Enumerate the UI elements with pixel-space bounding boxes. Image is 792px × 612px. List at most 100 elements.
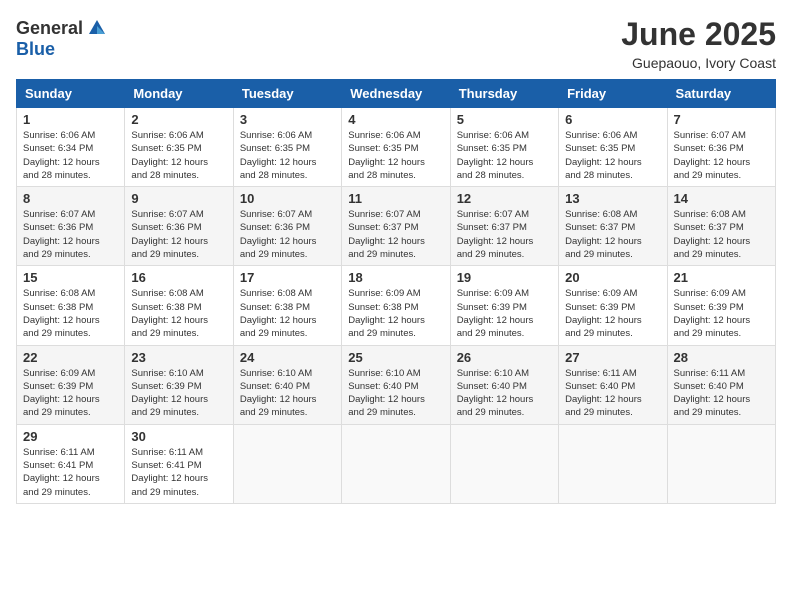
day-info: Sunrise: 6:07 AM Sunset: 6:36 PM Dayligh…	[240, 208, 335, 261]
calendar-day-cell: 22 Sunrise: 6:09 AM Sunset: 6:39 PM Dayli…	[17, 345, 125, 424]
logo: General Blue	[16, 16, 109, 58]
calendar-title: June 2025	[621, 16, 776, 53]
weekday-header-thursday: Thursday	[450, 80, 558, 108]
day-info: Sunrise: 6:09 AM Sunset: 6:39 PM Dayligh…	[23, 367, 118, 420]
calendar-week-row: 29 Sunrise: 6:11 AM Sunset: 6:41 PM Dayli…	[17, 424, 776, 503]
calendar-day-cell: 29 Sunrise: 6:11 AM Sunset: 6:41 PM Dayli…	[17, 424, 125, 503]
calendar-day-cell: 28 Sunrise: 6:11 AM Sunset: 6:40 PM Dayli…	[667, 345, 775, 424]
day-number: 19	[457, 270, 552, 285]
day-number: 22	[23, 350, 118, 365]
day-number: 7	[674, 112, 769, 127]
day-number: 20	[565, 270, 660, 285]
day-number: 23	[131, 350, 226, 365]
calendar-day-cell: 26 Sunrise: 6:10 AM Sunset: 6:40 PM Dayli…	[450, 345, 558, 424]
calendar-day-cell: 1 Sunrise: 6:06 AM Sunset: 6:34 PM Daylig…	[17, 108, 125, 187]
day-number: 29	[23, 429, 118, 444]
calendar-week-row: 22 Sunrise: 6:09 AM Sunset: 6:39 PM Dayli…	[17, 345, 776, 424]
day-info: Sunrise: 6:10 AM Sunset: 6:40 PM Dayligh…	[457, 367, 552, 420]
day-number: 5	[457, 112, 552, 127]
calendar-day-cell: 14 Sunrise: 6:08 AM Sunset: 6:37 PM Dayli…	[667, 187, 775, 266]
day-number: 8	[23, 191, 118, 206]
logo-general: General	[16, 19, 83, 37]
day-info: Sunrise: 6:08 AM Sunset: 6:37 PM Dayligh…	[674, 208, 769, 261]
calendar-day-cell: 7Sunrise: 6:07 AM Sunset: 6:36 PM Daylig…	[667, 108, 775, 187]
day-info: Sunrise: 6:06 AM Sunset: 6:35 PM Dayligh…	[565, 129, 660, 182]
calendar-empty-cell	[233, 424, 341, 503]
calendar-subtitle: Guepaouo, Ivory Coast	[621, 55, 776, 71]
calendar-header-row: SundayMondayTuesdayWednesdayThursdayFrid…	[17, 80, 776, 108]
calendar-day-cell: 27 Sunrise: 6:11 AM Sunset: 6:40 PM Dayli…	[559, 345, 667, 424]
weekday-header-friday: Friday	[559, 80, 667, 108]
day-info: Sunrise: 6:09 AM Sunset: 6:38 PM Dayligh…	[348, 287, 443, 340]
day-info: Sunrise: 6:08 AM Sunset: 6:37 PM Dayligh…	[565, 208, 660, 261]
day-number: 16	[131, 270, 226, 285]
calendar-day-cell: 17 Sunrise: 6:08 AM Sunset: 6:38 PM Dayli…	[233, 266, 341, 345]
day-number: 28	[674, 350, 769, 365]
day-number: 4	[348, 112, 443, 127]
calendar-table: SundayMondayTuesdayWednesdayThursdayFrid…	[16, 79, 776, 504]
day-number: 2	[131, 112, 226, 127]
day-info: Sunrise: 6:06 AM Sunset: 6:34 PM Dayligh…	[23, 129, 118, 182]
day-info: Sunrise: 6:07 AM Sunset: 6:37 PM Dayligh…	[348, 208, 443, 261]
day-info: Sunrise: 6:06 AM Sunset: 6:35 PM Dayligh…	[240, 129, 335, 182]
calendar-day-cell: 3 Sunrise: 6:06 AM Sunset: 6:35 PM Daylig…	[233, 108, 341, 187]
calendar-day-cell: 20 Sunrise: 6:09 AM Sunset: 6:39 PM Dayli…	[559, 266, 667, 345]
weekday-header-monday: Monday	[125, 80, 233, 108]
calendar-day-cell: 4 Sunrise: 6:06 AM Sunset: 6:35 PM Daylig…	[342, 108, 450, 187]
calendar-empty-cell	[559, 424, 667, 503]
day-info: Sunrise: 6:06 AM Sunset: 6:35 PM Dayligh…	[348, 129, 443, 182]
day-number: 24	[240, 350, 335, 365]
day-info: Sunrise: 6:08 AM Sunset: 6:38 PM Dayligh…	[23, 287, 118, 340]
day-number: 30	[131, 429, 226, 444]
calendar-week-row: 15 Sunrise: 6:08 AM Sunset: 6:38 PM Dayli…	[17, 266, 776, 345]
calendar-day-cell: 21 Sunrise: 6:09 AM Sunset: 6:39 PM Dayli…	[667, 266, 775, 345]
weekday-header-saturday: Saturday	[667, 80, 775, 108]
day-number: 14	[674, 191, 769, 206]
day-info: Sunrise: 6:10 AM Sunset: 6:39 PM Dayligh…	[131, 367, 226, 420]
title-area: June 2025 Guepaouo, Ivory Coast	[621, 16, 776, 71]
day-info: Sunrise: 6:11 AM Sunset: 6:41 PM Dayligh…	[23, 446, 118, 499]
calendar-empty-cell	[342, 424, 450, 503]
calendar-week-row: 1 Sunrise: 6:06 AM Sunset: 6:34 PM Daylig…	[17, 108, 776, 187]
day-number: 9	[131, 191, 226, 206]
day-info: Sunrise: 6:07 AM Sunset: 6:37 PM Dayligh…	[457, 208, 552, 261]
calendar-day-cell: 19Sunrise: 6:09 AM Sunset: 6:39 PM Dayli…	[450, 266, 558, 345]
day-number: 6	[565, 112, 660, 127]
calendar-day-cell: 16 Sunrise: 6:08 AM Sunset: 6:38 PM Dayli…	[125, 266, 233, 345]
calendar-day-cell: 25Sunrise: 6:10 AM Sunset: 6:40 PM Dayli…	[342, 345, 450, 424]
calendar-day-cell: 9Sunrise: 6:07 AM Sunset: 6:36 PM Daylig…	[125, 187, 233, 266]
day-info: Sunrise: 6:09 AM Sunset: 6:39 PM Dayligh…	[565, 287, 660, 340]
calendar-day-cell: 12 Sunrise: 6:07 AM Sunset: 6:37 PM Dayli…	[450, 187, 558, 266]
day-info: Sunrise: 6:11 AM Sunset: 6:40 PM Dayligh…	[565, 367, 660, 420]
day-info: Sunrise: 6:09 AM Sunset: 6:39 PM Dayligh…	[674, 287, 769, 340]
day-info: Sunrise: 6:07 AM Sunset: 6:36 PM Dayligh…	[23, 208, 118, 261]
day-number: 12	[457, 191, 552, 206]
logo-blue: Blue	[16, 40, 55, 58]
calendar-week-row: 8 Sunrise: 6:07 AM Sunset: 6:36 PM Daylig…	[17, 187, 776, 266]
day-number: 21	[674, 270, 769, 285]
day-info: Sunrise: 6:11 AM Sunset: 6:41 PM Dayligh…	[131, 446, 226, 499]
day-number: 13	[565, 191, 660, 206]
calendar-day-cell: 2Sunrise: 6:06 AM Sunset: 6:35 PM Daylig…	[125, 108, 233, 187]
day-number: 17	[240, 270, 335, 285]
calendar-day-cell: 30 Sunrise: 6:11 AM Sunset: 6:41 PM Dayli…	[125, 424, 233, 503]
calendar-day-cell: 10 Sunrise: 6:07 AM Sunset: 6:36 PM Dayli…	[233, 187, 341, 266]
day-info: Sunrise: 6:10 AM Sunset: 6:40 PM Dayligh…	[240, 367, 335, 420]
day-number: 1	[23, 112, 118, 127]
day-info: Sunrise: 6:11 AM Sunset: 6:40 PM Dayligh…	[674, 367, 769, 420]
calendar-day-cell: 23 Sunrise: 6:10 AM Sunset: 6:39 PM Dayli…	[125, 345, 233, 424]
day-number: 26	[457, 350, 552, 365]
day-number: 11	[348, 191, 443, 206]
day-number: 10	[240, 191, 335, 206]
day-number: 27	[565, 350, 660, 365]
day-info: Sunrise: 6:08 AM Sunset: 6:38 PM Dayligh…	[131, 287, 226, 340]
calendar-empty-cell	[667, 424, 775, 503]
weekday-header-tuesday: Tuesday	[233, 80, 341, 108]
day-number: 3	[240, 112, 335, 127]
calendar-day-cell: 18Sunrise: 6:09 AM Sunset: 6:38 PM Dayli…	[342, 266, 450, 345]
calendar-day-cell: 6 Sunrise: 6:06 AM Sunset: 6:35 PM Daylig…	[559, 108, 667, 187]
day-info: Sunrise: 6:08 AM Sunset: 6:38 PM Dayligh…	[240, 287, 335, 340]
day-number: 15	[23, 270, 118, 285]
weekday-header-wednesday: Wednesday	[342, 80, 450, 108]
day-info: Sunrise: 6:10 AM Sunset: 6:40 PM Dayligh…	[348, 367, 443, 420]
